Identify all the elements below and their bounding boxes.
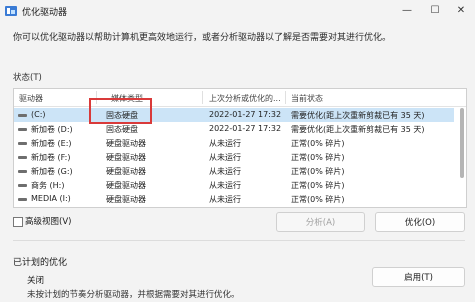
drive-icon: [18, 114, 27, 117]
column-divider: [285, 91, 286, 104]
media-type: 硬盘驱动器: [106, 195, 146, 204]
last-run: 从未运行: [209, 139, 241, 148]
media-type: 硬盘驱动器: [106, 139, 146, 148]
table-row-h[interactable]: 商务 (H:) 硬盘驱动器 从未运行 正常(0% 碎片): [14, 178, 454, 192]
drive-icon: [18, 156, 27, 159]
drive-name: 商务 (H:): [31, 181, 65, 190]
current-status: 正常(0% 碎片): [291, 153, 345, 162]
media-type: 硬盘驱动器: [106, 167, 146, 176]
last-run: 2022-01-27 17:32: [209, 124, 282, 133]
media-type: 硬盘驱动器: [106, 153, 146, 162]
table-row-i[interactable]: MEDIA (I:) 硬盘驱动器 从未运行 正常(0% 碎片): [14, 192, 454, 206]
minimize-button[interactable]: —: [393, 2, 421, 20]
section-divider: [13, 240, 465, 241]
scheduled-optimization-description: 未按计划的节奏分析驱动器，并根据需要对其进行优化。: [27, 290, 240, 300]
media-type: 硬盘驱动器: [106, 181, 146, 190]
last-run: 从未运行: [209, 153, 241, 162]
current-status: 需要优化(距上次重新剪裁已有 35 天): [291, 125, 425, 134]
drive-name: 新加卷 (G:): [31, 167, 73, 176]
table-row-f[interactable]: 新加卷 (F:) 硬盘驱动器 从未运行 正常(0% 碎片): [14, 150, 454, 164]
analyze-button[interactable]: 分析(A): [276, 212, 365, 232]
table-row-c[interactable]: (C:) 固态硬盘 2022-01-27 17:32 需要优化(距上次重新剪裁已…: [14, 108, 454, 122]
drive-name: 新加卷 (E:): [31, 139, 72, 148]
current-status: 正常(0% 碎片): [291, 167, 345, 176]
current-status: 正常(0% 碎片): [291, 195, 345, 204]
media-type: 固态硬盘: [106, 125, 138, 134]
drive-name: 新加卷 (D:): [31, 125, 73, 134]
drive-name: (C:): [31, 110, 46, 119]
drive-icon: [18, 142, 27, 145]
table-scrollbar[interactable]: [460, 108, 464, 204]
drive-icon: [18, 128, 27, 131]
table-header: 驱动器 媒体类型 上次分析或优化的... 当前状态: [14, 89, 466, 107]
last-run: 从未运行: [209, 181, 241, 190]
defrag-app-icon: [5, 6, 17, 16]
annotation-highlight-box: [89, 98, 152, 124]
maximize-button[interactable]: ☐: [421, 2, 449, 20]
window-title: 优化驱动器: [22, 8, 68, 18]
drive-icon: [18, 184, 27, 187]
scrollbar-thumb[interactable]: [460, 108, 464, 178]
scheduled-optimization-title: 已计划的优化: [13, 258, 68, 268]
scheduled-optimization-state: 关闭: [27, 276, 45, 286]
optimize-button[interactable]: 优化(O): [375, 212, 465, 232]
advanced-view-checkbox[interactable]: [13, 217, 23, 227]
column-header-status[interactable]: 当前状态: [291, 93, 323, 104]
current-status: 正常(0% 碎片): [291, 139, 345, 148]
description-text: 你可以优化驱动器以帮助计算机更高效地运行，或者分析驱动器以了解是否需要对其进行优…: [13, 33, 392, 43]
drive-icon: [18, 198, 27, 201]
close-button[interactable]: ✕: [447, 2, 475, 20]
current-status: 正常(0% 碎片): [291, 181, 345, 190]
last-run: 从未运行: [209, 167, 241, 176]
table-row-d[interactable]: 新加卷 (D:) 固态硬盘 2022-01-27 17:32 需要优化(距上次重…: [14, 122, 454, 136]
drive-name: MEDIA (I:): [31, 194, 71, 203]
drive-icon: [18, 170, 27, 173]
drive-table: 驱动器 媒体类型 上次分析或优化的... 当前状态 (C:) 固态硬盘 2022…: [13, 88, 467, 208]
title-bar: 优化驱动器 — ☐ ✕: [0, 0, 475, 22]
column-divider: [202, 91, 203, 104]
table-row-e[interactable]: 新加卷 (E:) 硬盘驱动器 从未运行 正常(0% 碎片): [14, 136, 454, 150]
column-header-drive[interactable]: 驱动器: [19, 93, 43, 104]
enable-button[interactable]: 启用(T): [372, 267, 465, 287]
last-run: 2022-01-27 17:32: [209, 110, 282, 119]
column-header-last-run[interactable]: 上次分析或优化的...: [209, 93, 281, 104]
status-section-label: 状态(T): [13, 73, 42, 83]
advanced-view-label[interactable]: 高级视图(V): [25, 215, 71, 227]
drive-name: 新加卷 (F:): [31, 153, 71, 162]
last-run: 从未运行: [209, 195, 241, 204]
current-status: 需要优化(距上次重新剪裁已有 35 天): [291, 111, 425, 120]
table-row-g[interactable]: 新加卷 (G:) 硬盘驱动器 从未运行 正常(0% 碎片): [14, 164, 454, 178]
